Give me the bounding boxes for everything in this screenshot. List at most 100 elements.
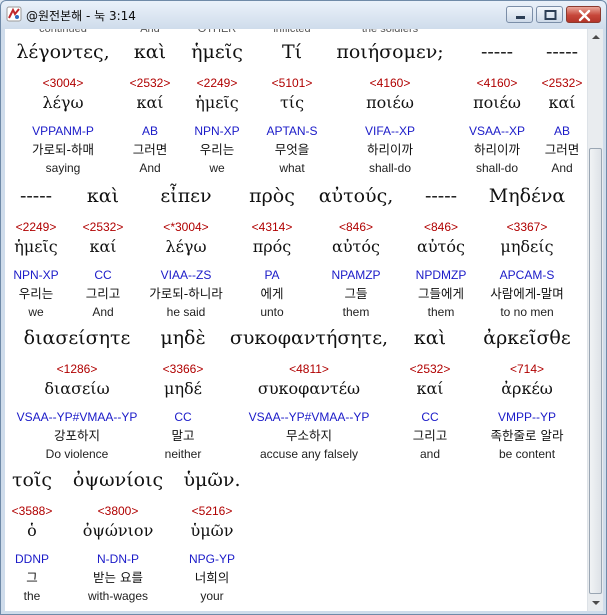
greek-word[interactable]: συκοφαντήσητε, — [230, 327, 388, 349]
strongs-number[interactable]: <2532> — [542, 76, 583, 90]
lemma-word: αὐτός — [332, 237, 380, 256]
english-gloss: And — [139, 161, 161, 175]
strongs-number[interactable]: <2532> — [130, 76, 171, 90]
english-gloss: unto — [260, 305, 284, 319]
strongs-number[interactable]: <3004> — [43, 76, 84, 90]
greek-word[interactable]: πρὸς — [249, 185, 295, 207]
english-gloss: them — [342, 305, 370, 319]
korean-gloss: 그리고 — [85, 286, 121, 301]
strongs-number[interactable]: <4160> — [477, 76, 518, 90]
strongs-number[interactable]: <*3004> — [163, 220, 208, 234]
strongs-number[interactable]: <2532> — [83, 220, 124, 234]
vertical-scrollbar[interactable] — [587, 29, 603, 611]
morphology-code: NPN-XP — [13, 268, 59, 282]
cutoff-gloss: inflicted — [273, 29, 311, 35]
korean-gloss: 무엇을 — [274, 142, 310, 157]
korean-gloss: 무소하지 — [285, 428, 333, 443]
greek-word[interactable]: μηδὲ — [160, 327, 205, 349]
strongs-number[interactable]: <3366> — [163, 362, 204, 376]
maximize-button[interactable] — [536, 6, 563, 23]
korean-gloss: 그들 — [344, 286, 368, 301]
greek-word[interactable]: καὶ — [414, 327, 446, 349]
korean-gloss: 족한줄로 알라 — [490, 428, 564, 443]
morphology-code: CC — [421, 410, 439, 424]
strongs-number[interactable]: <846> — [339, 220, 373, 234]
greek-word[interactable]: Μηδένα — [489, 185, 566, 207]
greek-word[interactable]: ἡμεῖς — [191, 41, 243, 63]
lemma-word: ἡμεῖς — [14, 237, 58, 256]
lemma-word: ὑμῶν — [190, 521, 234, 540]
interlinear-view[interactable]: continued And OTHER inflicted the soldiers λέ… — [5, 29, 587, 611]
scroll-thumb[interactable] — [589, 148, 602, 594]
lemma-word: ἡμεῖς — [195, 93, 239, 112]
title-bar[interactable]: @원전본해 - 눅 3:14 — [1, 1, 606, 28]
strongs-number[interactable]: <846> — [424, 220, 458, 234]
greek-word[interactable]: ποιήσομεν; — [336, 41, 443, 63]
cutoff-gloss: OTHER — [197, 29, 237, 35]
english-gloss: the — [23, 589, 41, 603]
greek-word[interactable]: διασείσητε — [24, 327, 131, 349]
lemma-word: διασείω — [44, 379, 110, 398]
greek-word[interactable]: εἶπεν — [160, 185, 211, 207]
english-gloss: Do violence — [45, 447, 109, 461]
cutoff-gloss: the soldiers — [361, 29, 419, 35]
scroll-up-button[interactable] — [588, 29, 604, 45]
scroll-down-button[interactable] — [588, 595, 604, 611]
lemma-word: λέγω — [42, 93, 84, 112]
lemma-word: αὐτός — [417, 237, 465, 256]
english-gloss: And — [551, 161, 573, 175]
greek-word[interactable]: ----- — [425, 185, 457, 207]
strongs-number[interactable]: <1286> — [57, 362, 98, 376]
greek-word[interactable]: ὀψωνίοις — [73, 469, 163, 491]
strongs-number[interactable]: <4811> — [289, 362, 329, 376]
strongs-number[interactable]: <2532> — [410, 362, 451, 376]
english-gloss: saying — [45, 161, 81, 175]
strongs-number[interactable]: <3800> — [98, 504, 139, 518]
morphology-code: VSAA--XP — [468, 124, 526, 138]
greek-word[interactable]: αὐτούς, — [319, 185, 394, 207]
english-gloss: he said — [166, 305, 206, 319]
strongs-number[interactable]: <5101> — [272, 76, 313, 90]
greek-word[interactable]: λέγοντες, — [16, 41, 109, 63]
greek-word[interactable]: ὑμῶν. — [184, 469, 241, 491]
lemma-word: τίς — [279, 93, 305, 112]
lemma-word: μηδέ — [164, 379, 202, 398]
chevron-up-icon — [592, 35, 600, 39]
strongs-number[interactable]: <3367> — [507, 220, 548, 234]
english-gloss: them — [427, 305, 455, 319]
greek-word[interactable]: ----- — [546, 41, 578, 63]
strongs-number[interactable]: <714> — [510, 362, 544, 376]
greek-word[interactable]: καὶ — [87, 185, 119, 207]
greek-word[interactable]: ----- — [481, 41, 513, 63]
strongs-number[interactable]: <3588> — [12, 504, 53, 518]
korean-gloss: 가로되-하매 — [31, 142, 95, 157]
app-logo-icon — [6, 6, 22, 22]
lemma-word: ποιέω — [473, 93, 521, 112]
korean-gloss: 가로되-하니라 — [149, 286, 223, 301]
strongs-number[interactable]: <4160> — [370, 76, 411, 90]
korean-gloss: 그러면 — [132, 142, 168, 157]
greek-word[interactable]: τοῖς — [12, 469, 52, 491]
strongs-number[interactable]: <5216> — [192, 504, 233, 518]
lemma-word: καί — [89, 237, 117, 256]
morphology-code: APCAM-S — [499, 268, 555, 282]
korean-gloss: 하리이까 — [473, 142, 521, 157]
english-gloss: And — [92, 305, 114, 319]
greek-word[interactable]: Τί — [282, 41, 302, 63]
lemma-word: ἀρκέω — [501, 379, 553, 398]
greek-word[interactable]: ἀρκεῖσθε — [483, 327, 570, 349]
minimize-button[interactable] — [506, 6, 533, 23]
strongs-number[interactable]: <4314> — [252, 220, 293, 234]
cutoff-gloss: continued — [39, 29, 87, 35]
english-gloss: what — [279, 161, 305, 175]
morphology-code: N-DN-P — [97, 552, 139, 566]
morphology-code: NPN-XP — [194, 124, 240, 138]
english-gloss: your — [200, 589, 224, 603]
lemma-word: πρός — [252, 237, 292, 256]
greek-word[interactable]: ----- — [20, 185, 52, 207]
close-button[interactable] — [566, 6, 601, 23]
strongs-number[interactable]: <2249> — [197, 76, 238, 90]
strongs-number[interactable]: <2249> — [16, 220, 57, 234]
morphology-code: CC — [94, 268, 112, 282]
greek-word[interactable]: καὶ — [134, 41, 166, 63]
